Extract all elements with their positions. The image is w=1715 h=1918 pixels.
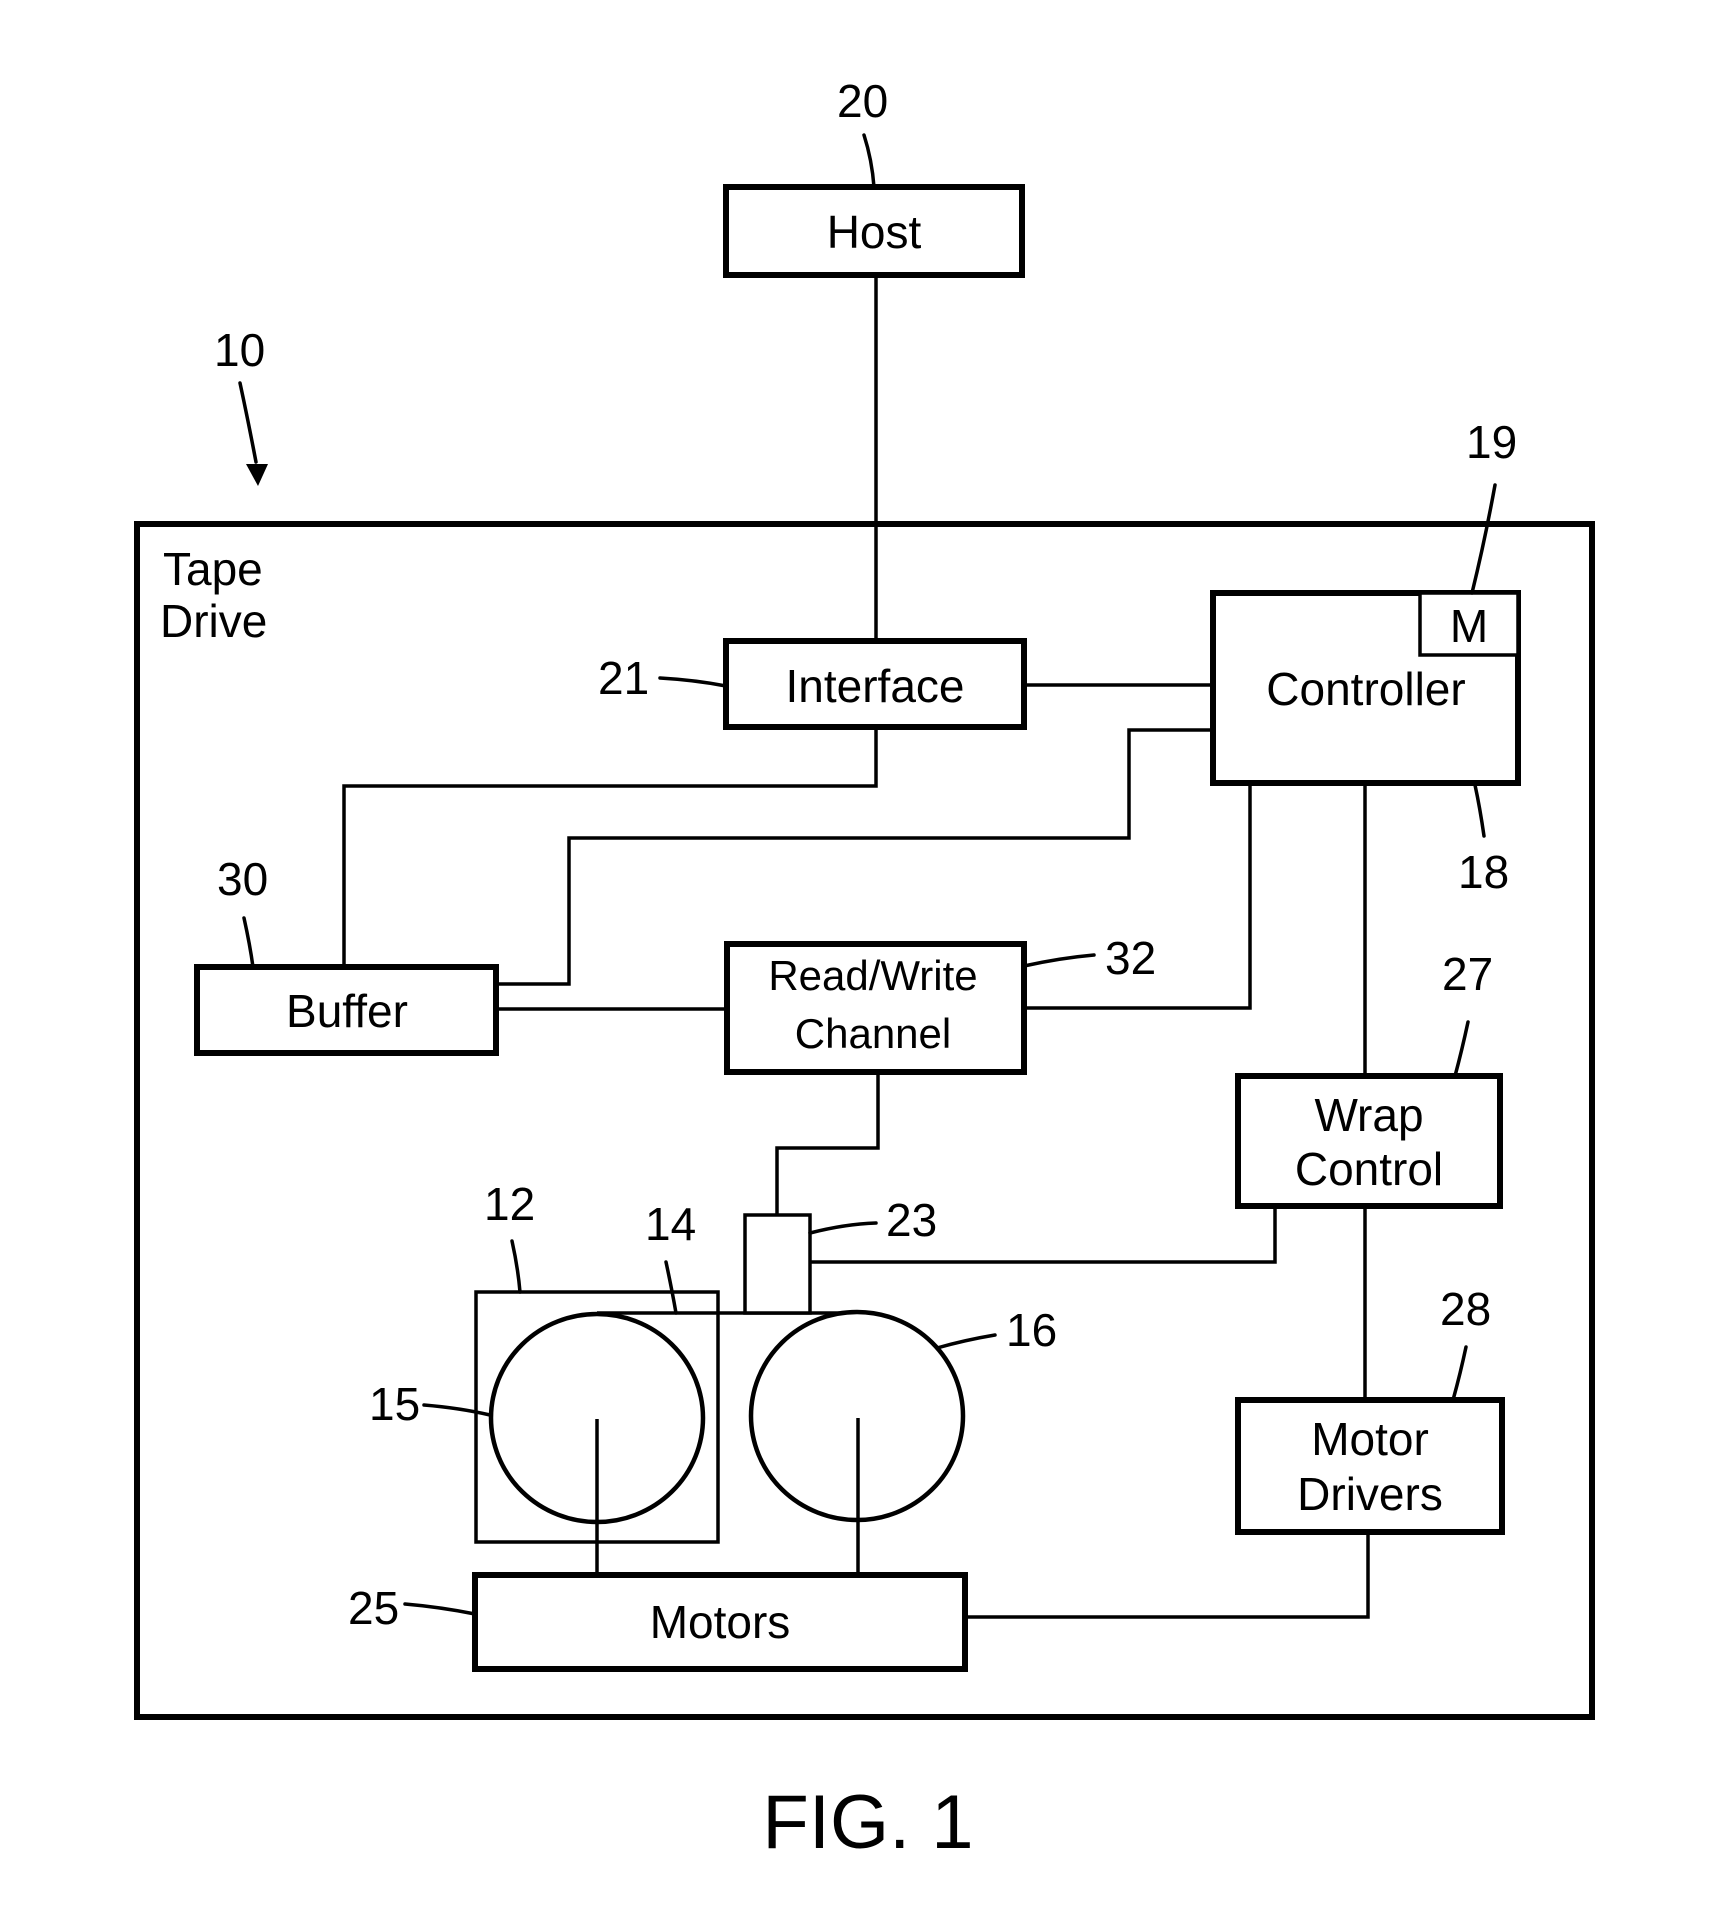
ref-32-leader — [1022, 953, 1096, 968]
ref-12: 12 — [484, 1178, 535, 1230]
tape-drive-label-line1: Tape — [163, 543, 263, 595]
read-write-label-line2: Channel — [795, 1010, 951, 1057]
ref-32: 32 — [1105, 932, 1156, 984]
motors-label: Motors — [650, 1596, 791, 1648]
ref-23-leader — [808, 1221, 878, 1235]
host-label: Host — [827, 206, 922, 258]
ref-14: 14 — [645, 1198, 696, 1250]
ref-23: 23 — [886, 1194, 937, 1246]
motor-drivers-label-line1: Motor — [1311, 1413, 1429, 1465]
ref-16: 16 — [1006, 1304, 1057, 1356]
wire-rw-head — [775, 1075, 880, 1215]
interface-block: Interface — [723, 638, 1027, 730]
ref-18-leader — [1473, 783, 1486, 838]
wire-interface-buffer — [342, 727, 878, 966]
ref-10-arrowhead — [246, 464, 268, 486]
read-write-channel-block: Read/Write Channel — [724, 941, 1027, 1075]
wrap-control-block: Wrap Control — [1235, 1073, 1503, 1209]
ref-19: 19 — [1466, 416, 1517, 468]
buffer-block: Buffer — [194, 964, 499, 1056]
memory-label: M — [1450, 600, 1488, 652]
controller-label: Controller — [1266, 663, 1465, 715]
ref-21-leader — [658, 676, 728, 688]
wrap-control-label-line1: Wrap — [1314, 1089, 1423, 1141]
ref-21: 21 — [598, 652, 649, 704]
wrap-control-label-line2: Control — [1295, 1143, 1443, 1195]
motor-drivers-label-line2: Drivers — [1297, 1468, 1443, 1520]
ref-28: 28 — [1440, 1283, 1491, 1335]
tape-drive-block-diagram: Tape Drive 10 Host 20 Interface 21 M Con… — [134, 75, 1595, 1865]
host-block: Host — [723, 184, 1025, 278]
read-write-label-line1: Read/Write — [768, 952, 977, 999]
figure-caption: FIG. 1 — [762, 1780, 973, 1865]
wire-wrap-head — [810, 1206, 1277, 1264]
ref-28-leader — [1451, 1345, 1468, 1402]
ref-10: 10 — [214, 324, 265, 376]
motors-block: Motors — [472, 1572, 968, 1672]
ref-25-leader — [403, 1602, 477, 1616]
tape-drive-label-line2: Drive — [160, 595, 267, 647]
head-box — [743, 1213, 812, 1315]
ref-19-leader — [1470, 483, 1497, 595]
ref-27-leader — [1453, 1020, 1470, 1078]
ref-27: 27 — [1442, 948, 1493, 1000]
ref-10-arrow-shaft — [238, 381, 258, 464]
buffer-label: Buffer — [286, 985, 408, 1037]
motor-drivers-block: Motor Drivers — [1235, 1397, 1505, 1535]
ref-16-leader — [935, 1333, 997, 1350]
ref-30: 30 — [217, 853, 268, 905]
ref-30-leader — [242, 916, 255, 969]
ref-18: 18 — [1458, 846, 1509, 898]
ref-20: 20 — [837, 75, 888, 127]
controller-block: M Controller — [1210, 590, 1521, 786]
interface-label: Interface — [786, 660, 965, 712]
wire-motordrivers-motors — [962, 1530, 1370, 1619]
ref-12-leader — [510, 1239, 522, 1294]
ref-15: 15 — [369, 1378, 420, 1430]
ref-25: 25 — [348, 1582, 399, 1634]
ref-20-leader — [862, 133, 876, 189]
